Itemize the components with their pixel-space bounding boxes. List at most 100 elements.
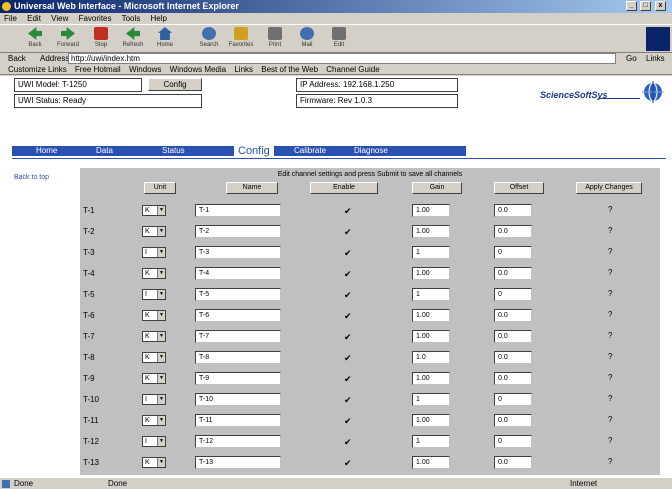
edit-button[interactable]: Edit [326,27,352,52]
name-input[interactable]: T-3 [195,246,281,259]
help-icon[interactable]: ? [608,289,612,298]
unit-select[interactable]: K ▼ [142,415,166,426]
gain-input[interactable]: 1.0 [412,351,450,364]
name-input[interactable]: T-7 [195,330,281,343]
offset-input[interactable]: 0.0 [494,372,532,385]
enable-checkbox[interactable]: ✔ [344,416,352,426]
back-button[interactable]: Back [22,27,48,52]
help-icon[interactable]: ? [608,394,612,403]
links-label[interactable]: Links [646,53,665,64]
nav-home[interactable]: Home [36,146,57,156]
unit-select[interactable]: I ▼ [142,394,166,405]
forward-button[interactable]: Forward [55,27,81,52]
offset-input[interactable]: 0 [494,246,532,259]
unit-select[interactable]: K ▼ [142,226,166,237]
help-icon[interactable]: ? [608,226,612,235]
unit-select[interactable]: K ▼ [142,457,166,468]
favorites-button[interactable]: Favorites [228,27,254,52]
offset-input[interactable]: 0.0 [494,309,532,322]
home-button[interactable]: Home [152,27,178,52]
enable-checkbox[interactable]: ✔ [344,395,352,405]
unit-select[interactable]: K ▼ [142,331,166,342]
gain-input[interactable]: 1.00 [412,225,450,238]
help-icon[interactable]: ? [608,352,612,361]
name-input[interactable]: T-13 [195,456,281,469]
enable-checkbox[interactable]: ✔ [344,374,352,384]
menu-tools[interactable]: Tools [122,14,141,23]
offset-input[interactable]: 0 [494,435,532,448]
unit-select[interactable]: K ▼ [142,373,166,384]
enable-checkbox[interactable]: ✔ [344,437,352,447]
name-input[interactable]: T-10 [195,393,281,406]
enable-checkbox[interactable]: ✔ [344,458,352,468]
gain-header-button[interactable]: Gain [412,182,462,194]
help-icon[interactable]: ? [608,373,612,382]
mail-button[interactable]: Mail [294,27,320,52]
menu-help[interactable]: Help [151,14,167,23]
help-icon[interactable]: ? [608,268,612,277]
unit-select[interactable]: K ▼ [142,268,166,279]
gain-input[interactable]: 1.00 [412,330,450,343]
nav-diagnose[interactable]: Diagnose [354,146,388,156]
gain-input[interactable]: 1.00 [412,309,450,322]
gain-input[interactable]: 1 [412,435,450,448]
enable-checkbox[interactable]: ✔ [344,290,352,300]
name-input[interactable]: T-4 [195,267,281,280]
nav-status[interactable]: Status [162,146,185,156]
maximize-button[interactable]: □ [640,1,651,11]
offset-input[interactable]: 0.0 [494,267,532,280]
enable-checkbox[interactable]: ✔ [344,269,352,279]
offset-input[interactable]: 0.0 [494,456,532,469]
name-input[interactable]: T-5 [195,288,281,301]
name-input[interactable]: T-12 [195,435,281,448]
help-icon[interactable]: ? [608,247,612,256]
help-icon[interactable]: ? [608,205,612,214]
link-windows-media[interactable]: Windows Media [170,65,226,74]
menu-view[interactable]: View [51,14,68,23]
help-icon[interactable]: ? [608,310,612,319]
side-link[interactable]: Back to top [14,174,49,181]
name-header-button[interactable]: Name [226,182,278,194]
link-best-of-web[interactable]: Best of the Web [261,65,318,74]
gain-input[interactable]: 1.00 [412,456,450,469]
offset-input[interactable]: 0 [494,393,532,406]
unit-select[interactable]: K ▼ [142,310,166,321]
nav-config[interactable]: Config [234,146,274,157]
search-button[interactable]: Search [196,27,222,52]
link-hotmail[interactable]: Free Hotmail [75,65,121,74]
unit-select[interactable]: K ▼ [142,205,166,216]
refresh-button[interactable]: Refresh [120,27,146,52]
gain-input[interactable]: 1.00 [412,414,450,427]
link-channel-guide[interactable]: Channel Guide [326,65,379,74]
offset-input[interactable]: 0 [494,288,532,301]
enable-checkbox[interactable]: ✔ [344,353,352,363]
menu-edit[interactable]: Edit [27,14,41,23]
gain-input[interactable]: 1.00 [412,267,450,280]
enable-header-button[interactable]: Enable [310,182,378,194]
unit-select[interactable]: I ▼ [142,289,166,300]
gain-input[interactable]: 1.00 [412,204,450,217]
address-input[interactable]: http://uwi/index.htm [68,53,616,64]
enable-checkbox[interactable]: ✔ [344,311,352,321]
enable-checkbox[interactable]: ✔ [344,332,352,342]
gain-input[interactable]: 1 [412,288,450,301]
offset-input[interactable]: 0.0 [494,225,532,238]
minimize-button[interactable]: _ [626,1,637,11]
unit-select[interactable]: I ▼ [142,436,166,447]
offset-input[interactable]: 0.0 [494,204,532,217]
unit-header-button[interactable]: Unit [144,182,176,194]
gain-input[interactable]: 1.00 [412,372,450,385]
gain-input[interactable]: 1 [412,393,450,406]
enable-checkbox[interactable]: ✔ [344,227,352,237]
offset-input[interactable]: 0.0 [494,351,532,364]
go-button[interactable]: Go [626,53,637,64]
enable-checkbox[interactable]: ✔ [344,206,352,216]
name-input[interactable]: T-6 [195,309,281,322]
config-button[interactable]: Config [148,78,202,91]
help-icon[interactable]: ? [608,415,612,424]
enable-checkbox[interactable]: ✔ [344,248,352,258]
nav-calibrate[interactable]: Calibrate [294,146,326,156]
name-input[interactable]: T-9 [195,372,281,385]
menu-favorites[interactable]: Favorites [79,14,112,23]
stop-button[interactable]: Stop [88,27,114,52]
